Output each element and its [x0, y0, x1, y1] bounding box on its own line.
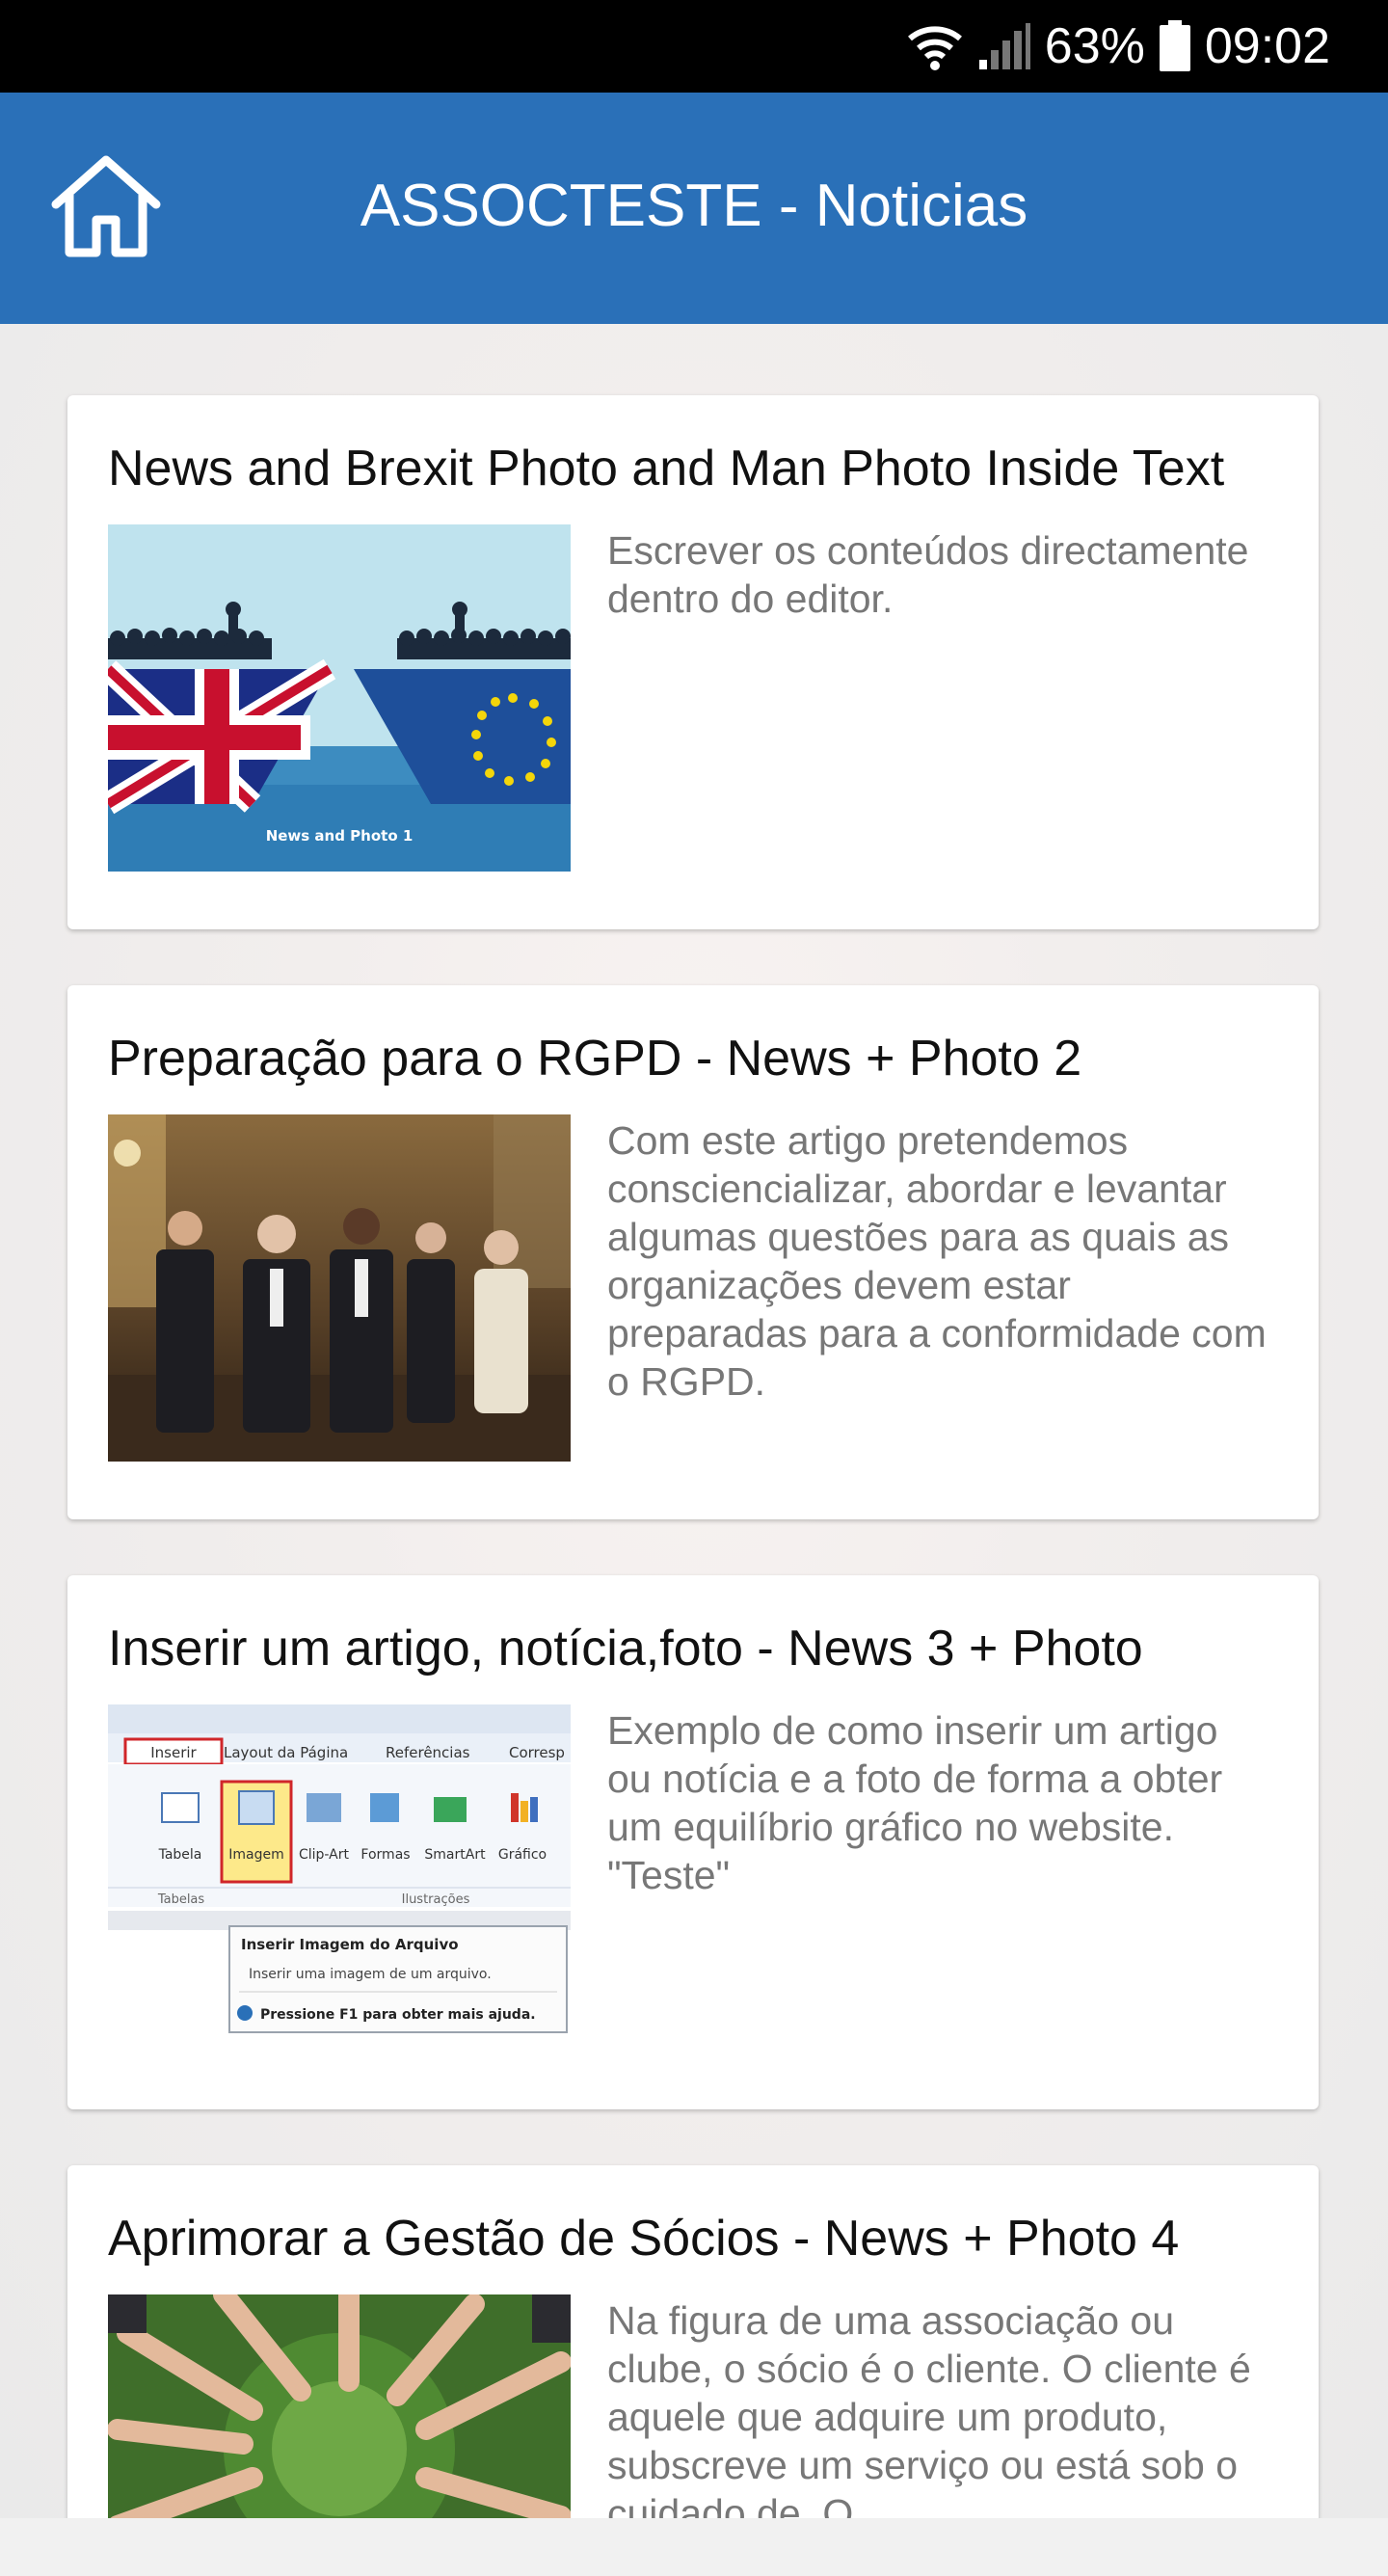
ribbon-button: SmartArt [424, 1847, 486, 1863]
battery-percent: 63% [1044, 18, 1145, 74]
tooltip-help: Pressione F1 para obter mais ajuda. [260, 2007, 536, 2023]
news-thumbnail-word-screenshot: Inserir Layout da Página Referências Cor… [108, 1704, 571, 2038]
app-bar: ASSOCTESTE - Noticias [0, 93, 1388, 324]
news-title: News and Brexit Photo and Man Photo Insi… [108, 441, 1225, 496]
status-bar: 63% 09:02 [0, 0, 1388, 93]
ribbon-group: Tabelas [157, 1892, 205, 1907]
news-thumbnail-people [108, 1114, 571, 1462]
battery-icon [1159, 20, 1190, 71]
ribbon-button: Gráfico [498, 1847, 547, 1863]
news-thumbnail-brexit: News and Photo 1 [108, 524, 571, 872]
tooltip-description: Inserir uma imagem de um arquivo. [249, 1967, 492, 1982]
tooltip-title: Inserir Imagem do Arquivo [241, 1936, 459, 1953]
news-excerpt: Escrever os conteúdos directamente dentr… [607, 528, 1249, 621]
ribbon-tab: Layout da Página [224, 1744, 348, 1761]
bottom-bar [0, 2518, 1388, 2576]
news-card[interactable]: Preparação para o RGPD - News + Photo 2 [67, 985, 1319, 1519]
thumbnail-caption: News and Photo 1 [266, 827, 414, 845]
status-right: 63% 09:02 [906, 15, 1330, 77]
news-title: Preparação para o RGPD - News + Photo 2 [108, 1031, 1082, 1087]
ribbon-button: Imagem [228, 1847, 283, 1863]
ribbon-tab: Inserir [150, 1744, 197, 1761]
news-card[interactable]: Inserir um artigo, notícia,foto - News 3… [67, 1575, 1319, 2109]
ribbon-button: Formas [360, 1847, 410, 1863]
ribbon-tab: Referências [386, 1744, 470, 1761]
ribbon-group: Ilustrações [402, 1892, 470, 1907]
news-excerpt: Exemplo de como inserir um artigo ou not… [607, 1708, 1223, 1897]
ribbon-button: Clip-Art [299, 1847, 350, 1863]
news-title: Aprimorar a Gestão de Sócios - News + Ph… [108, 2211, 1180, 2267]
ribbon-button: Tabela [158, 1847, 202, 1863]
news-excerpt: Com este artigo pretendemos consciencial… [607, 1118, 1267, 1404]
wifi-icon [907, 26, 962, 70]
signal-icon [978, 23, 1030, 69]
ribbon-tab: Corresp [509, 1744, 565, 1761]
news-list: News and Brexit Photo and Man Photo Insi… [0, 324, 1388, 2518]
news-thumbnail-hands [108, 2294, 571, 2518]
news-card[interactable]: Aprimorar a Gestão de Sócios - News + Ph… [67, 2165, 1319, 2518]
clock: 09:02 [1204, 18, 1330, 74]
news-excerpt: Na figura de uma associação ou clube, o … [607, 2298, 1251, 2518]
news-title: Inserir um artigo, notícia,foto - News 3… [108, 1621, 1143, 1677]
app-title: ASSOCTESTE - Noticias [360, 173, 1028, 239]
news-card[interactable]: News and Brexit Photo and Man Photo Insi… [67, 395, 1319, 929]
